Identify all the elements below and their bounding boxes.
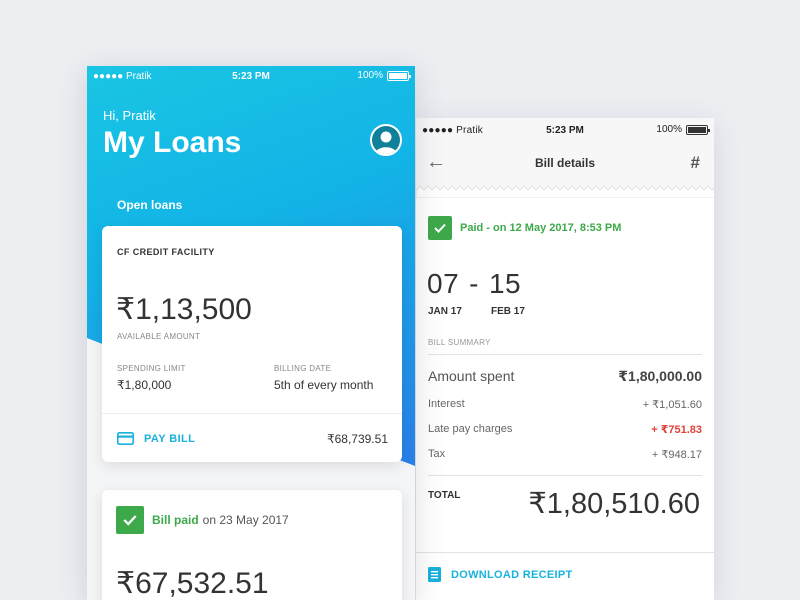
bill-summary-label: BILL SUMMARY <box>428 338 491 347</box>
divider <box>102 413 402 414</box>
range-separator: - <box>469 268 479 299</box>
spending-limit-label: SPENDING LIMIT <box>117 364 186 373</box>
billing-date-value: 5th of every month <box>274 378 374 392</box>
end-month: FEB 17 <box>491 306 525 317</box>
spending-limit-value: ₹1,80,000 <box>117 378 172 392</box>
download-receipt-button[interactable]: DOWNLOAD RECEIPT <box>428 567 573 582</box>
summary-row: Interest + ₹1,051.60 <box>428 398 702 411</box>
total-value: ₹1,80,510.60 <box>528 488 700 520</box>
available-amount: ₹1,13,500 <box>116 293 252 326</box>
bill-paid-label: Bill paid <box>152 513 199 527</box>
due-amount: ₹68,739.51 <box>326 432 388 446</box>
nav-title: Bill details <box>534 156 596 170</box>
hash-icon[interactable]: # <box>691 153 700 173</box>
receipt-edge <box>416 182 714 198</box>
summary-row-label: Interest <box>428 398 465 410</box>
credit-facility-card[interactable]: CF CREDIT FACILITY ₹1,13,500 AVAILABLE A… <box>102 226 402 462</box>
summary-row-value: ₹1,80,000.00 <box>618 368 702 384</box>
pay-bill-label: PAY BILL <box>144 432 196 445</box>
pay-bill-button[interactable]: PAY BILL <box>117 432 195 445</box>
paid-status: Paid - on 12 May 2017, 8:53 PM <box>428 216 621 240</box>
status-bar: ●●●●● Pratik 5:23 PM 100% <box>87 66 415 86</box>
summary-row-label: Tax <box>428 448 446 460</box>
summary-row-label: Amount spent <box>428 368 515 384</box>
summary-row-value: + ₹948.17 <box>651 449 702 461</box>
battery-icon <box>686 124 710 135</box>
summary-row-label: Late pay charges <box>428 423 513 435</box>
summary-row: Late pay charges + ₹751.83 <box>428 423 702 436</box>
billing-date-label: BILLING DATE <box>274 364 332 373</box>
check-icon <box>428 216 452 240</box>
paid-loan-card[interactable]: Bill paid on 23 May 2017 ₹67,532.51 <box>102 490 402 600</box>
page-title: My Loans <box>103 126 242 159</box>
available-amount-label: AVAILABLE AMOUNT <box>117 332 201 341</box>
divider <box>428 354 702 355</box>
my-loans-screen: ●●●●● Pratik 5:23 PM 100% Hi, Pratik My … <box>87 66 415 600</box>
summary-row-value: + ₹751.83 <box>651 424 702 436</box>
check-icon <box>116 506 144 534</box>
greeting: Hi, Pratik <box>103 108 156 123</box>
summary-row: Amount spent ₹1,80,000.00 <box>428 368 702 385</box>
bill-details-screen: ●●●●● Pratik 5:23 PM 100% ← Bill details… <box>416 118 714 600</box>
divider <box>428 475 702 476</box>
paid-amount: ₹67,532.51 <box>116 567 269 600</box>
card-heading: CF CREDIT FACILITY <box>117 247 215 257</box>
range-end: 15 <box>488 268 522 299</box>
bill-paid-status: Bill paid on 23 May 2017 <box>116 506 289 534</box>
card-icon <box>117 432 134 445</box>
summary-row-value: + ₹1,051.60 <box>642 399 702 411</box>
nav-bar: ← Bill details # <box>416 144 714 182</box>
status-bar: ●●●●● Pratik 5:23 PM 100% <box>416 118 714 144</box>
bill-paid-date: on 23 May 2017 <box>202 513 289 527</box>
start-month: JAN 17 <box>428 306 462 317</box>
document-icon <box>428 567 441 582</box>
open-loans-label: Open loans <box>117 198 183 212</box>
download-receipt-label: DOWNLOAD RECEIPT <box>451 568 573 581</box>
paid-status-text: Paid - on 12 May 2017, 8:53 PM <box>460 222 622 234</box>
battery-icon <box>387 70 411 81</box>
divider <box>416 552 714 553</box>
bill-date-range: 07-15 <box>427 268 521 300</box>
avatar-icon[interactable] <box>370 124 402 156</box>
summary-row: Tax + ₹948.17 <box>428 448 702 461</box>
battery-percent: 100% <box>357 70 383 81</box>
range-start: 07 <box>427 268 460 299</box>
battery-percent: 100% <box>656 124 682 135</box>
total-label: TOTAL <box>428 490 461 501</box>
